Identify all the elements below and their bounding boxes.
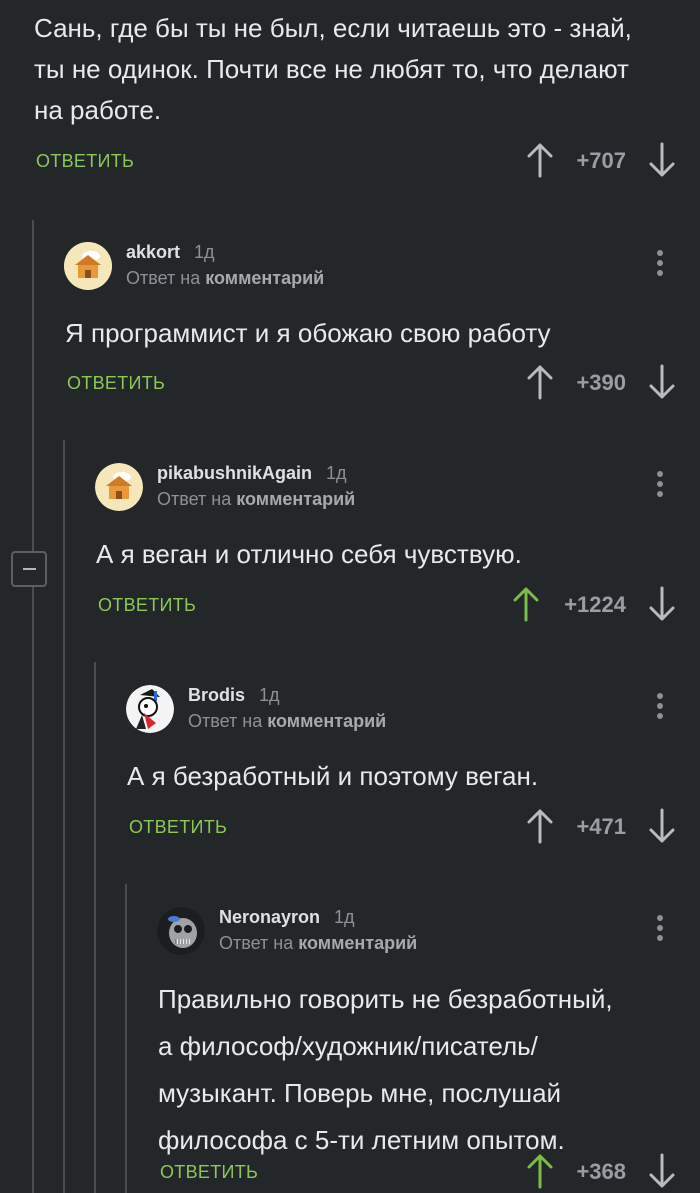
vote-controls: +368 (500, 1153, 700, 1193)
username[interactable]: Brodis 1д (188, 685, 280, 706)
username[interactable]: akkort 1д (126, 242, 215, 263)
reply-button[interactable]: ОТВЕТИТЬ (98, 595, 196, 616)
comment-header: Neronayron 1д Ответ на комментарий (157, 907, 684, 961)
username[interactable]: Neronayron 1д (219, 907, 355, 928)
downvote-icon[interactable] (648, 1153, 676, 1189)
reply-to-label: Ответ на комментарий (157, 489, 356, 509)
collapse-thread-button[interactable] (11, 551, 47, 587)
comment-text: Правильно говорить не безработный, а фил… (158, 984, 613, 1155)
thread-line-3[interactable] (94, 662, 96, 1193)
cartoon-avatar-icon[interactable] (126, 685, 174, 733)
comment-text: А я безработный и поэтому веган. (127, 761, 539, 791)
reply-to-label: Ответ на комментарий (126, 268, 325, 288)
more-options-icon[interactable] (656, 471, 664, 501)
reply-to-label: Ответ на комментарий (219, 933, 418, 953)
comment-age: 1д (259, 685, 280, 705)
vote-controls: +390 (500, 364, 700, 404)
house-avatar-icon[interactable] (64, 242, 112, 290)
upvote-icon[interactable] (526, 142, 554, 178)
downvote-icon[interactable] (648, 586, 676, 622)
skull-avatar-icon[interactable] (157, 907, 205, 955)
score: +390 (576, 370, 626, 395)
more-options-icon[interactable] (656, 693, 664, 723)
vote-controls: +1224 (500, 586, 700, 626)
comment-text: Сань, где бы ты не был, если читаешь это… (34, 13, 632, 125)
reply-button[interactable]: ОТВЕТИТЬ (160, 1162, 258, 1183)
score: +707 (576, 148, 626, 173)
upvote-icon[interactable] (526, 364, 554, 400)
reply-to-link[interactable]: комментарий (298, 933, 417, 953)
comment-header: pikabushnikAgain 1д Ответ на комментарий (95, 463, 684, 517)
thread-line-1[interactable] (32, 220, 34, 1193)
more-options-icon[interactable] (656, 915, 664, 945)
reply-to-link[interactable]: комментарий (267, 711, 386, 731)
comment-age: 1д (194, 242, 215, 262)
comment-text: А я веган и отлично себя чувствую. (96, 539, 522, 569)
downvote-icon[interactable] (648, 364, 676, 400)
thread-line-4[interactable] (125, 884, 127, 1193)
score: +471 (576, 814, 626, 839)
score: +1224 (564, 592, 626, 617)
thread-line-2[interactable] (63, 440, 65, 1193)
comment-text: Я программист и я обожаю свою работу (65, 318, 551, 348)
vote-controls: +707 (500, 142, 700, 182)
username[interactable]: pikabushnikAgain 1д (157, 463, 347, 484)
reply-to-link[interactable]: комментарий (236, 489, 355, 509)
upvote-icon[interactable] (512, 586, 540, 622)
downvote-icon[interactable] (648, 142, 676, 178)
comment-age: 1д (326, 463, 347, 483)
score: +368 (576, 1159, 626, 1184)
comment-age: 1д (334, 907, 355, 927)
comment-header: akkort 1д Ответ на комментарий (64, 242, 684, 296)
downvote-icon[interactable] (648, 808, 676, 844)
house-avatar-icon[interactable] (95, 463, 143, 511)
reply-to-link[interactable]: комментарий (205, 268, 324, 288)
comment-thread: Сань, где бы ты не был, если читаешь это… (0, 0, 700, 1193)
reply-button[interactable]: ОТВЕТИТЬ (129, 817, 227, 838)
reply-to-label: Ответ на комментарий (188, 711, 387, 731)
vote-controls: +471 (500, 808, 700, 848)
comment-header: Brodis 1д Ответ на комментарий (126, 685, 684, 739)
reply-button[interactable]: ОТВЕТИТЬ (67, 373, 165, 394)
reply-button[interactable]: ОТВЕТИТЬ (36, 151, 134, 172)
more-options-icon[interactable] (656, 250, 664, 280)
upvote-icon[interactable] (526, 1153, 554, 1189)
upvote-icon[interactable] (526, 808, 554, 844)
